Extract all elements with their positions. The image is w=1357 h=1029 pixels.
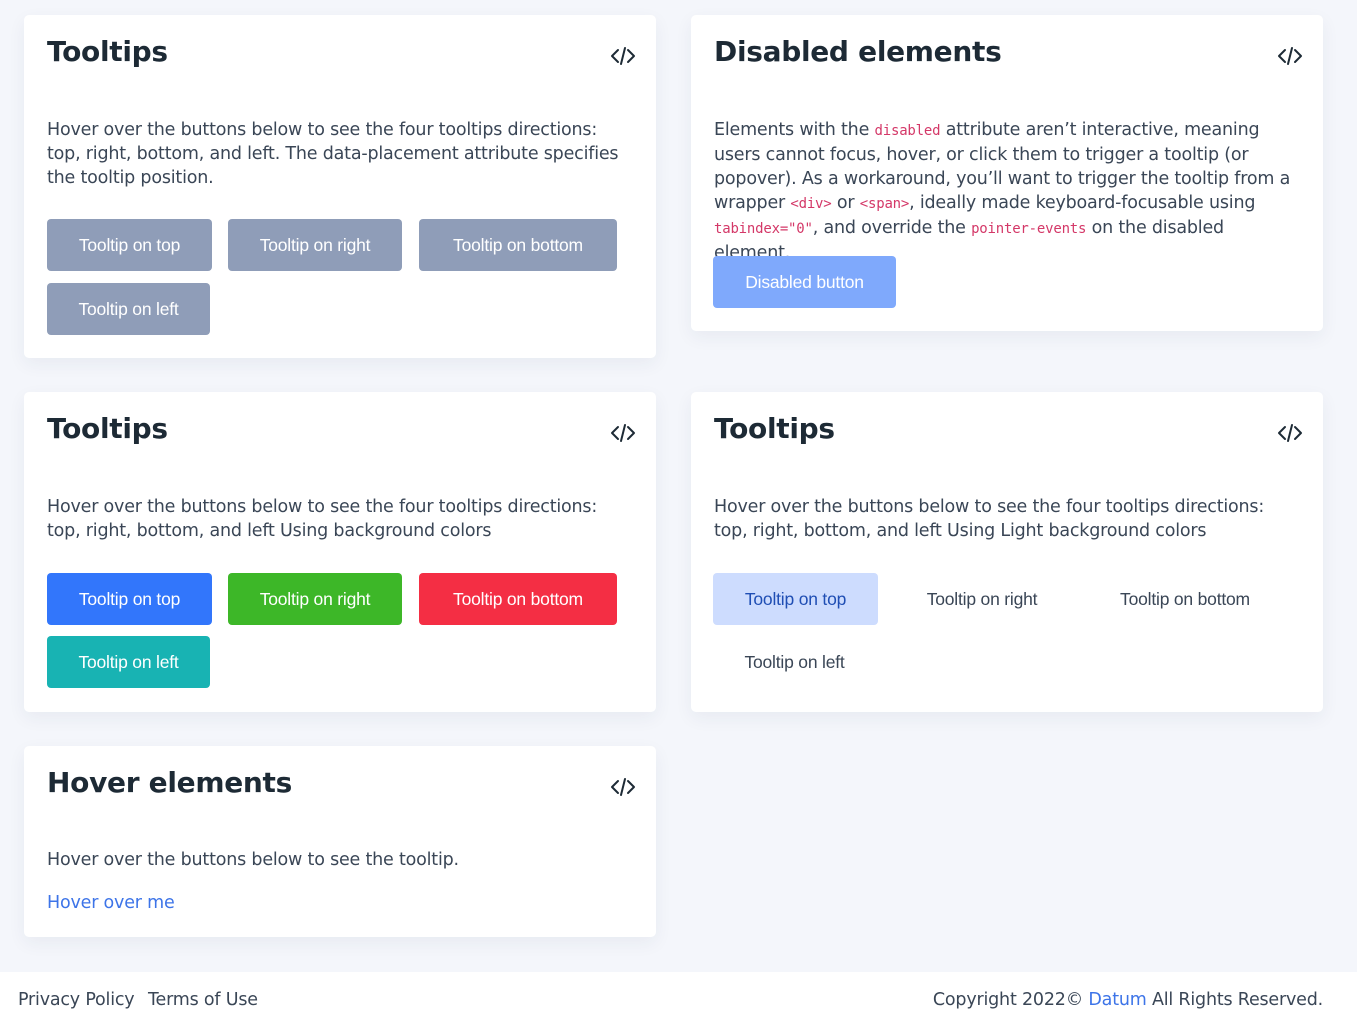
- code-brackets-icon[interactable]: [1277, 422, 1303, 444]
- code-span: <span>: [859, 196, 910, 212]
- tooltip-top-button[interactable]: Tooltip on top: [47, 219, 212, 271]
- tooltip-top-button[interactable]: Tooltip on top: [47, 573, 212, 625]
- footer: Privacy Policy Terms of Use Copyright 20…: [0, 972, 1357, 1029]
- card-title: Tooltips: [47, 35, 168, 68]
- card-description: Hover over the buttons below to see the …: [47, 120, 619, 188]
- disabled-button: Disabled button: [713, 256, 896, 308]
- card-description: Elements with the disabled attribute are…: [714, 120, 1291, 263]
- disabled-elements-card: Disabled elements Elements with the disa…: [691, 15, 1323, 331]
- terms-of-use-link[interactable]: Terms of Use: [148, 990, 258, 1010]
- code-brackets-icon[interactable]: [610, 422, 636, 444]
- card-description: Hover over the buttons below to see the …: [47, 497, 598, 541]
- code-brackets-icon[interactable]: [1277, 45, 1303, 67]
- code-pointer-events: pointer-events: [971, 221, 1087, 237]
- tooltips-card-colors: Tooltips Hover over the buttons below to…: [24, 392, 656, 712]
- card-title: Hover elements: [47, 766, 292, 799]
- card-description: Hover over the buttons below to see the …: [47, 850, 459, 870]
- tooltip-bottom-button[interactable]: Tooltip on bottom: [419, 219, 617, 271]
- tooltip-bottom-button[interactable]: Tooltip on bottom: [1086, 573, 1284, 625]
- code-brackets-icon[interactable]: [610, 776, 636, 798]
- tooltip-left-button[interactable]: Tooltip on left: [47, 283, 210, 335]
- tooltip-left-button[interactable]: Tooltip on left: [47, 636, 210, 688]
- card-title: Tooltips: [714, 412, 835, 445]
- card-title: Tooltips: [47, 412, 168, 445]
- brand-link[interactable]: Datum: [1088, 990, 1146, 1010]
- privacy-policy-link[interactable]: Privacy Policy: [18, 990, 135, 1010]
- tooltip-right-button[interactable]: Tooltip on right: [228, 219, 402, 271]
- tooltip-bottom-button[interactable]: Tooltip on bottom: [419, 573, 617, 625]
- tooltip-right-button[interactable]: Tooltip on right: [895, 573, 1069, 625]
- code-disabled: disabled: [874, 123, 941, 139]
- hover-over-me-link[interactable]: Hover over me: [47, 891, 175, 915]
- code-div: <div>: [790, 196, 832, 212]
- hover-elements-card: Hover elements Hover over the buttons be…: [24, 746, 656, 937]
- code-tabindex: tabindex="0": [714, 221, 813, 237]
- code-brackets-icon[interactable]: [610, 45, 636, 67]
- tooltips-card-light: Tooltips Hover over the buttons below to…: [691, 392, 1323, 712]
- copyright-text: Copyright 2022© Datum All Rights Reserve…: [932, 990, 1323, 1010]
- card-title: Disabled elements: [714, 35, 1002, 68]
- tooltip-left-button[interactable]: Tooltip on left: [713, 636, 876, 688]
- tooltip-right-button[interactable]: Tooltip on right: [228, 573, 402, 625]
- card-description: Hover over the buttons below to see the …: [714, 497, 1265, 541]
- tooltip-top-button[interactable]: Tooltip on top: [713, 573, 878, 625]
- tooltips-card-default: Tooltips Hover over the buttons below to…: [24, 15, 656, 358]
